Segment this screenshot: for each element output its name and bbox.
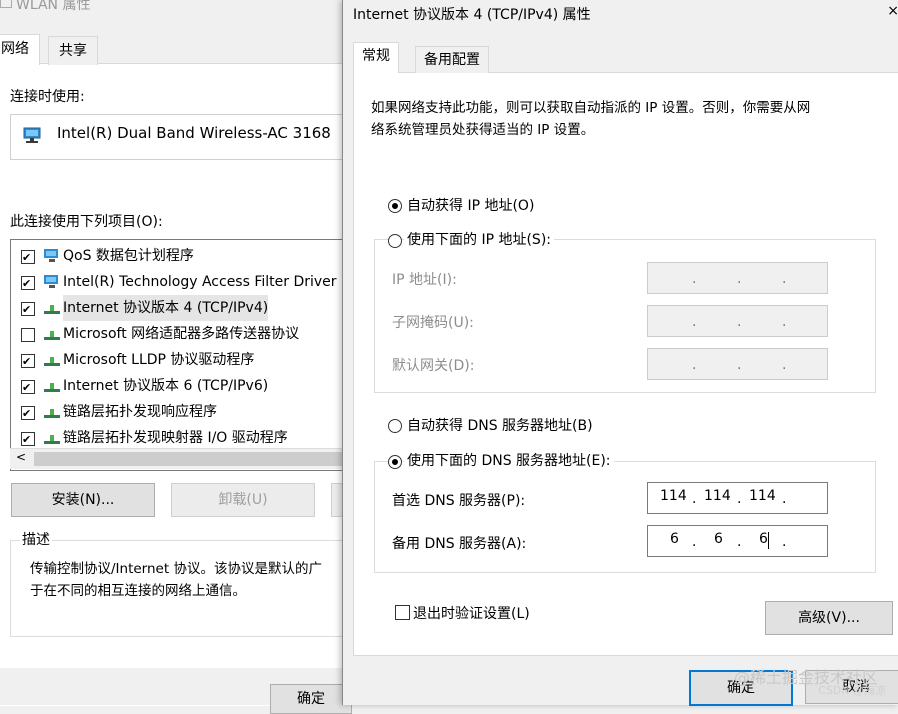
network-client-icon <box>44 275 58 288</box>
tab-general[interactable]: 常规 <box>353 42 399 73</box>
protocol-icon <box>44 409 60 418</box>
item-checkbox[interactable] <box>21 427 35 453</box>
window-title: WLAN 属性 <box>16 0 91 13</box>
items-list[interactable]: QoS 数据包计划程序 Intel(R) Technology Access F… <box>10 239 347 471</box>
description-line-2: 于在不同的相互连接的网络上通信。 <box>30 583 246 599</box>
protocol-icon <box>44 331 60 340</box>
alternate-dns-label: 备用 DNS 服务器(A): <box>392 536 527 552</box>
ip-manual-radio[interactable] <box>388 234 402 248</box>
protocol-icon <box>44 383 60 392</box>
octet-1: 6 <box>670 531 679 547</box>
watermark-sub: CSDN @海凉 <box>818 684 886 697</box>
item-checkbox[interactable] <box>21 401 35 427</box>
gateway-input[interactable]: ... <box>647 348 828 380</box>
subnet-mask-label: 子网掩码(U): <box>392 315 474 331</box>
scroll-left-icon[interactable]: < <box>16 450 26 464</box>
octet-3: 114 <box>749 488 776 504</box>
window-icon <box>0 0 12 8</box>
adapter-box: Intel(R) Dual Band Wireless-AC 3168 <box>10 114 343 160</box>
item-label: Internet 协议版本 4 (TCP/IPv4) <box>63 295 269 321</box>
item-label: QoS 数据包计划程序 <box>63 248 194 264</box>
description-title: 描述 <box>20 529 52 549</box>
item-checkbox[interactable] <box>21 328 35 342</box>
protocol-icon <box>44 435 60 444</box>
tab-network[interactable]: 网络 <box>0 34 40 65</box>
horizontal-scrollbar[interactable]: < <box>10 448 345 469</box>
adapter-name: Intel(R) Dual Band Wireless-AC 3168 <box>57 124 331 142</box>
item-label: Intel(R) Technology Access Filter Driver <box>63 274 337 290</box>
preferred-dns-label: 首选 DNS 服务器(P): <box>392 493 526 509</box>
protocol-icon <box>44 357 60 366</box>
back-ok-button[interactable]: 确定 <box>270 684 352 714</box>
text-cursor <box>768 532 769 549</box>
subnet-mask-input[interactable]: ... <box>647 305 828 337</box>
description-line-1: 传输控制协议/Internet 协议。该协议是默认的广 <box>30 561 322 577</box>
tab-alternate-config[interactable]: 备用配置 <box>415 46 489 73</box>
validate-checkbox[interactable] <box>395 605 410 620</box>
connect-using-label: 连接时使用: <box>10 89 85 105</box>
intro-line-2: 络系统管理员处获得适当的 IP 设置。 <box>371 122 595 138</box>
advanced-button[interactable]: 高级(V)... <box>765 601 893 635</box>
ipv4-properties-window: Internet 协议版本 4 (TCP/IPv4) 属性 × 如果网络支持此功… <box>342 0 898 706</box>
ip-address-input[interactable]: ... <box>647 262 828 294</box>
octet-1: 114 <box>660 488 687 504</box>
scrollbar-thumb[interactable] <box>34 452 345 466</box>
close-icon[interactable]: × <box>887 3 898 19</box>
item-label: Internet 协议版本 6 (TCP/IPv6) <box>63 378 269 394</box>
ip-auto-radio[interactable] <box>388 199 402 213</box>
validate-label[interactable]: 退出时验证设置(L) <box>413 603 530 623</box>
item-checkbox[interactable] <box>21 271 35 297</box>
item-checkbox[interactable] <box>21 349 35 375</box>
tab-page-general: 如果网络支持此功能，则可以获取自动指派的 IP 设置。否则，你需要从网 络系统管… <box>353 72 898 656</box>
item-label: Microsoft 网络适配器多路传送器协议 <box>63 326 300 342</box>
preferred-dns-input[interactable]: 114 . 114 . 114 . <box>647 482 828 514</box>
octet-2: 6 <box>714 531 723 547</box>
intro-line-1: 如果网络支持此功能，则可以获取自动指派的 IP 设置。否则，你需要从网 <box>371 100 811 116</box>
tab-share[interactable]: 共享 <box>48 36 98 65</box>
octet-2: 114 <box>704 488 731 504</box>
gateway-label: 默认网关(D): <box>392 358 475 374</box>
ip-auto-label[interactable]: 自动获得 IP 地址(O) <box>407 195 534 215</box>
item-checkbox[interactable] <box>21 297 35 323</box>
network-adapter-icon <box>23 127 41 143</box>
network-client-icon <box>44 249 58 262</box>
alternate-dns-input[interactable]: 6 . 6 . 6 . <box>647 525 828 557</box>
item-label: Microsoft LLDP 协议驱动程序 <box>63 352 255 368</box>
ip-manual-label[interactable]: 使用下面的 IP 地址(S): <box>404 229 554 249</box>
install-button[interactable]: 安装(N)... <box>11 483 155 517</box>
item-label: 链路层拓扑发现响应程序 <box>63 404 217 420</box>
item-checkbox[interactable] <box>21 375 35 401</box>
dns-manual-radio[interactable] <box>388 455 402 469</box>
window-title: Internet 协议版本 4 (TCP/IPv4) 属性 <box>353 7 591 23</box>
dns-auto-label[interactable]: 自动获得 DNS 服务器地址(B) <box>407 415 593 435</box>
protocol-icon <box>44 305 60 314</box>
octet-3: 6 <box>759 531 768 547</box>
wlan-properties-window: WLAN 属性 网络 共享 连接时使用: Intel(R) Dual Band … <box>0 0 353 714</box>
dns-auto-radio[interactable] <box>388 419 402 433</box>
items-label: 此连接使用下列项目(O): <box>10 214 163 230</box>
ip-address-label: IP 地址(I): <box>392 272 457 288</box>
item-checkbox[interactable] <box>21 245 35 271</box>
uninstall-button[interactable]: 卸载(U) <box>171 483 315 517</box>
dns-manual-label[interactable]: 使用下面的 DNS 服务器地址(E): <box>404 450 614 470</box>
